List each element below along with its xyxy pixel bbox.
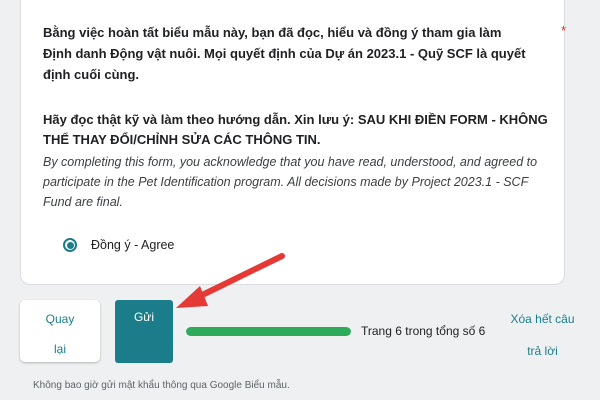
- question-note: Hãy đọc thật kỹ và làm theo hướng dẫn. X…: [43, 112, 548, 147]
- password-warning: Không bao giờ gửi mật khẩu thông qua Goo…: [33, 380, 290, 391]
- question-english-description: By completing this form, you acknowledge…: [43, 155, 538, 209]
- question-title: Bằng việc hoàn tất biểu mẫu này, bạn đã …: [43, 25, 526, 82]
- option-agree-label: Đồng ý - Agree: [91, 238, 175, 252]
- back-button[interactable]: Quay lại: [20, 300, 100, 362]
- clear-form-button[interactable]: Xóa hết câu trả lời: [500, 302, 585, 362]
- progress-bar-fill: [186, 327, 351, 336]
- clear-form-label-line2: trả lời: [527, 344, 558, 358]
- progress-bar: [186, 327, 351, 336]
- submit-button-label: Gửi: [133, 310, 155, 324]
- back-button-label-line1: Quay: [45, 312, 75, 326]
- clear-form-label-line1: Xóa hết câu: [510, 312, 575, 326]
- radio-selected-icon[interactable]: [63, 238, 77, 252]
- progress-text: Trang 6 trong tổng số 6: [361, 324, 486, 338]
- back-button-label-line2: lại: [53, 342, 66, 356]
- required-asterisk: *: [561, 23, 567, 38]
- question-card: Bằng việc hoàn tất biểu mẫu này, bạn đã …: [20, 0, 567, 285]
- option-agree[interactable]: Đồng ý - Agree: [63, 238, 174, 252]
- red-arrow-icon: [176, 253, 285, 308]
- radio-dot: [66, 241, 74, 249]
- submit-button[interactable]: Gửi: [115, 300, 173, 363]
